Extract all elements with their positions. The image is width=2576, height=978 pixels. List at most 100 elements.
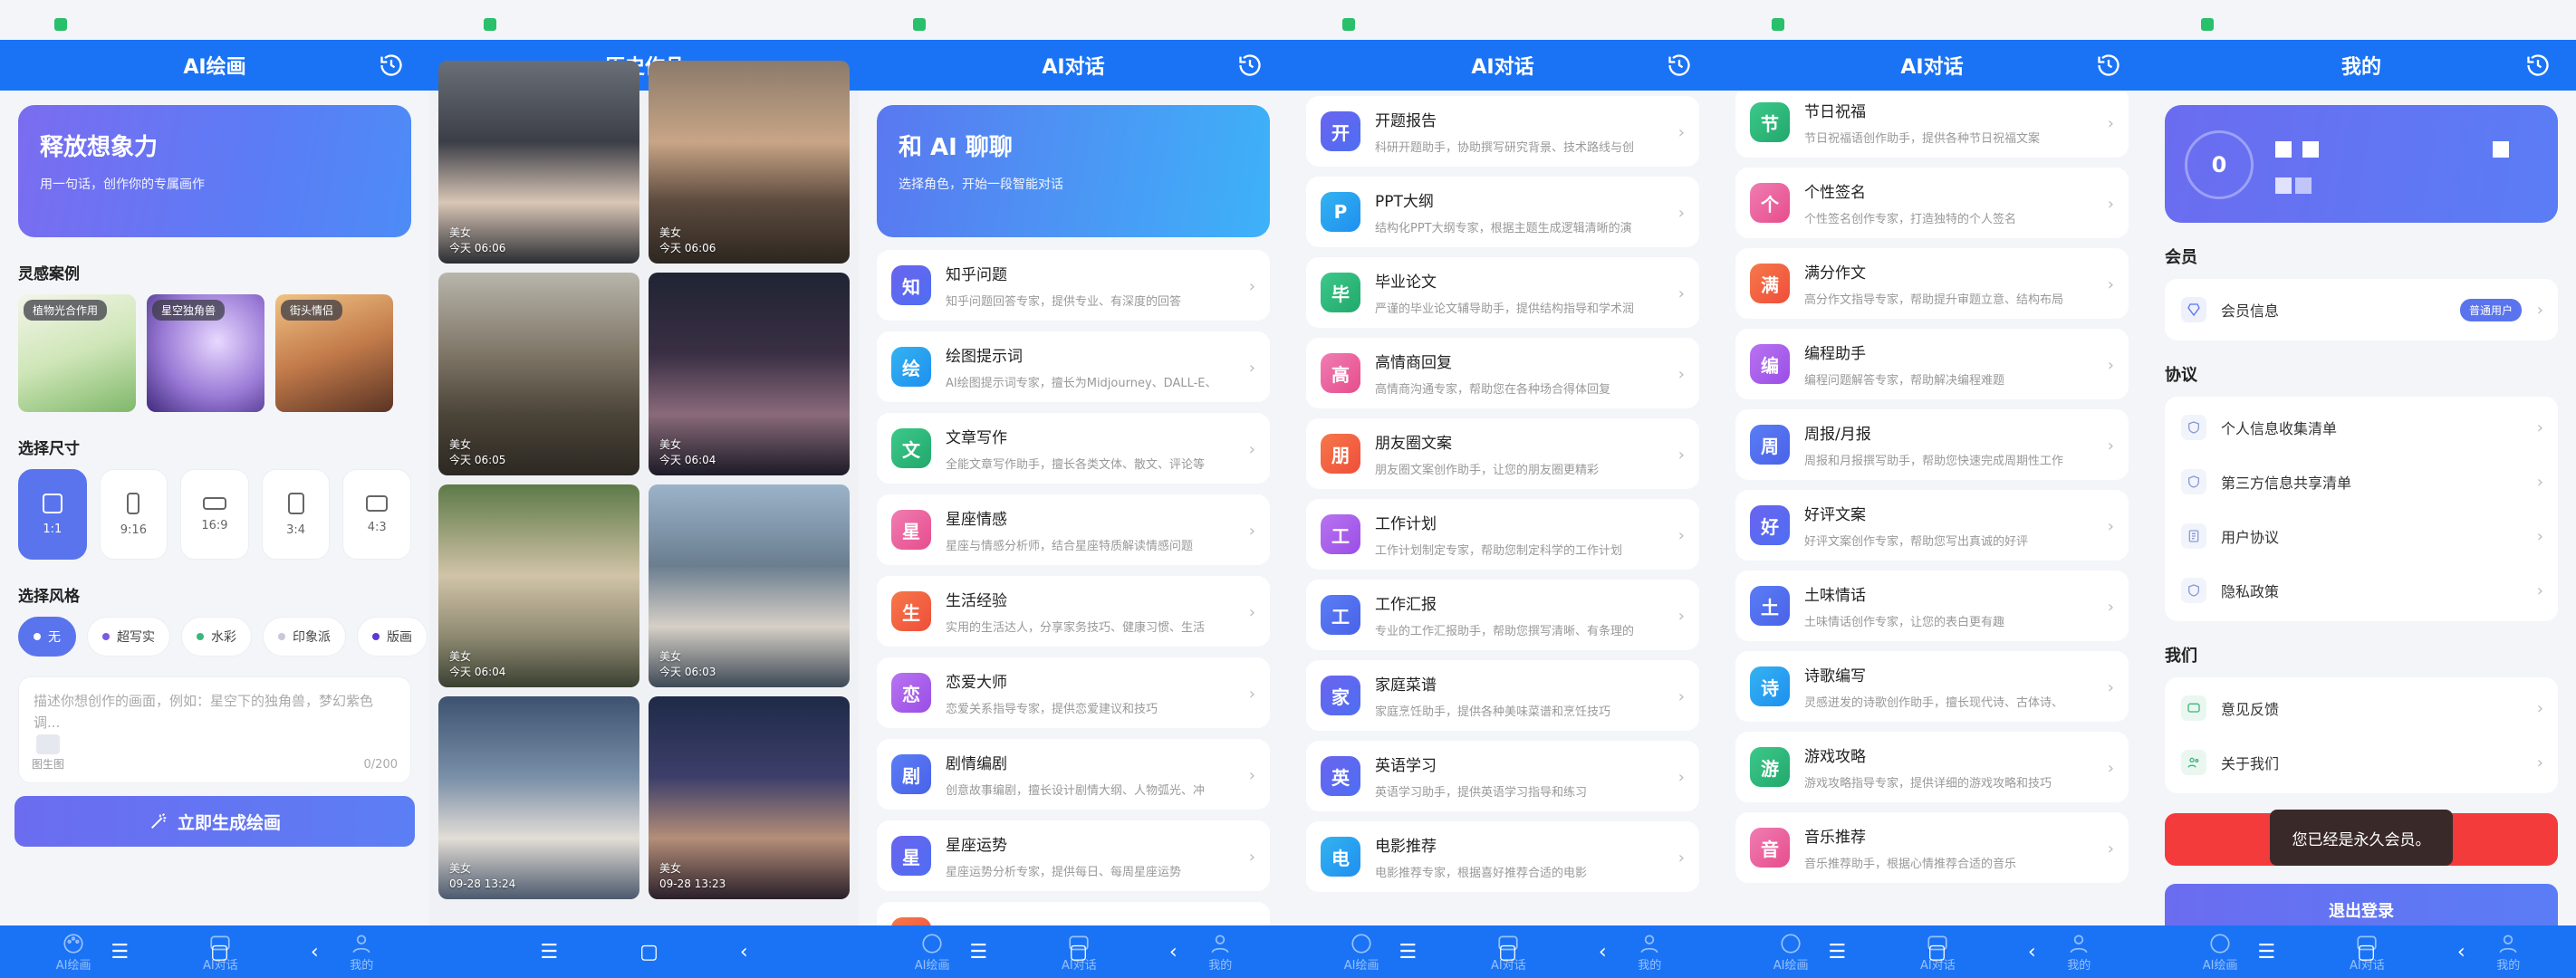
role-item[interactable]: 诗诗歌编写 灵感迸发的诗歌创作助手，擅长现代诗、古体诗、 › xyxy=(1735,651,2129,722)
profile-card[interactable]: 0 xyxy=(2165,105,2558,223)
generate-button[interactable]: 立即生成绘画 xyxy=(14,796,415,847)
role-item[interactable]: 工工作计划 工作计划制定专家，帮助您制定科学的工作计划 › xyxy=(1306,499,1699,570)
history-icon[interactable] xyxy=(379,53,404,78)
style-option-watercolor[interactable]: 水彩 xyxy=(181,617,252,657)
role-description: 星座与情感分析师，结合星座特质解读情感问题 xyxy=(946,540,1194,553)
photo-time: 今天 06:04 xyxy=(659,454,716,466)
home-icon[interactable]: ▢ xyxy=(210,941,229,964)
char-count: 0/200 xyxy=(363,758,398,772)
nav-tab-me[interactable]: 我的 xyxy=(1208,932,1232,973)
role-item[interactable]: 恋恋爱大师 恋爱关系指导专家，提供恋爱建议和技巧 › xyxy=(877,657,1270,728)
role-item[interactable]: 星星座运势 星座运势分析专家，提供每日、每周星座运势 › xyxy=(877,820,1270,891)
nav-tab-ai-drawing[interactable]: AI绘画 xyxy=(915,932,949,973)
logout-button[interactable]: 退出登录 xyxy=(2165,884,2558,925)
history-icon[interactable] xyxy=(1667,53,1692,78)
role-item[interactable]: P PPT大纲 结构化PPT大纲专家，根据主题生成逻辑清晰的演 › xyxy=(1306,177,1699,247)
agreement-row[interactable]: 隐私政策 › xyxy=(2165,563,2558,618)
history-photo[interactable]: 美女 今天 06:06 xyxy=(649,61,850,264)
history-photo[interactable]: 美女 今天 06:03 xyxy=(649,484,850,687)
prompt-input[interactable]: 描述你想创作的画面，例如：星空下的独角兽，梦幻紫色调... 图生图 0/200 xyxy=(18,676,411,783)
style-option-none[interactable]: 无 xyxy=(18,617,76,657)
nav-tab-ai-drawing[interactable]: AI绘画 xyxy=(2203,932,2237,973)
role-item[interactable]: 工工作汇报 专业的工作汇报助手，帮助您撰写清晰、有条理的 › xyxy=(1306,580,1699,650)
size-option-16-9[interactable]: 16:9 xyxy=(180,469,249,560)
role-item[interactable]: 朋朋友圈文案 朋友圈文案创作助手，让您的朋友圈更精彩 › xyxy=(1306,418,1699,489)
back-icon[interactable]: ‹ xyxy=(2457,941,2465,964)
history-photo[interactable]: 美女 今天 06:04 xyxy=(649,273,850,475)
back-icon[interactable]: ‹ xyxy=(1599,941,1607,964)
history-icon[interactable] xyxy=(1237,53,1263,78)
role-item[interactable]: 高高情商回复 高情商沟通专家，帮助您在各种场合得体回复 › xyxy=(1306,338,1699,408)
image-to-image-button[interactable]: 图生图 xyxy=(32,734,64,772)
nav-tab-ai-drawing[interactable]: AI绘画 xyxy=(1344,932,1379,973)
menu-icon[interactable]: ☰ xyxy=(540,941,558,964)
role-item[interactable]: 周周报/月报 周报和月报撰写助手，帮助您快速完成周期性工作 › xyxy=(1735,409,2129,480)
menu-icon[interactable]: ☰ xyxy=(969,941,987,964)
role-item[interactable]: 节节日祝福 节日祝福语创作助手，提供各种节日祝福文案 › xyxy=(1735,91,2129,158)
history-icon[interactable] xyxy=(2525,53,2551,78)
size-option-3-4[interactable]: 3:4 xyxy=(261,469,331,560)
role-item[interactable]: 编编程助手 编程问题解答专家，帮助解决编程难题 › xyxy=(1735,329,2129,399)
back-icon[interactable]: ‹ xyxy=(2028,941,2036,964)
home-icon[interactable]: ▢ xyxy=(639,941,658,964)
menu-icon[interactable]: ☰ xyxy=(1399,941,1417,964)
role-item[interactable]: 电电影推荐 电影推荐专家，根据喜好推荐合适的电影 › xyxy=(1306,821,1699,892)
history-photo[interactable]: 美女 09-28 13:23 xyxy=(649,696,850,899)
agreement-row[interactable]: 个人信息收集清单 › xyxy=(2165,400,2558,455)
size-label: 3:4 xyxy=(286,523,306,537)
nav-tab-me[interactable]: 我的 xyxy=(1638,932,1661,973)
role-item[interactable]: 生生活经验 实用的生活达人，分享家务技巧、健康习惯、生活 › xyxy=(877,576,1270,647)
home-icon[interactable]: ▢ xyxy=(1927,941,1946,964)
home-icon[interactable]: ▢ xyxy=(1498,941,1517,964)
menu-icon[interactable]: ☰ xyxy=(111,941,129,964)
member-info-row[interactable]: 会员信息 普通用户 › xyxy=(2165,283,2558,337)
back-icon[interactable]: ‹ xyxy=(1169,941,1177,964)
back-icon[interactable]: ‹ xyxy=(740,941,748,964)
role-item[interactable]: 文文章写作 全能文章写作助手，擅长各类文体、散文、评论等 › xyxy=(877,413,1270,484)
menu-icon[interactable]: ☰ xyxy=(1828,941,1846,964)
size-option-9-16[interactable]: 9:16 xyxy=(99,469,168,560)
home-icon[interactable]: ▢ xyxy=(1069,941,1088,964)
style-option-realistic[interactable]: 超写实 xyxy=(87,617,170,657)
style-option-print[interactable]: 版画 xyxy=(357,617,428,657)
role-item[interactable]: 好好评文案 好评文案创作专家，帮助您写出真诚的好评 › xyxy=(1735,490,2129,561)
case-unicorn[interactable]: 星空独角兽 xyxy=(147,294,264,412)
history-photo[interactable]: 美女 今天 06:05 xyxy=(438,273,639,475)
role-item[interactable]: 个个性签名 个性签名创作专家，打造独特的个人签名 › xyxy=(1735,168,2129,238)
about-row[interactable]: 关于我们 › xyxy=(2165,735,2558,790)
vip-button[interactable]: 您已经是永久会员。 xyxy=(2165,810,2558,866)
role-item[interactable]: 游游戏攻略 游戏攻略指导专家，提供详细的游戏攻略和技巧 › xyxy=(1735,732,2129,802)
history-icon[interactable] xyxy=(2096,53,2121,78)
history-photo[interactable]: 美女 今天 06:06 xyxy=(438,61,639,264)
agreement-row[interactable]: 用户协议 › xyxy=(2165,509,2558,563)
style-option-impressionism[interactable]: 印象派 xyxy=(263,617,346,657)
role-item[interactable]: 家家庭菜谱 家庭烹饪助手，提供各种美味菜谱和烹饪技巧 › xyxy=(1306,660,1699,731)
role-item[interactable]: 剧剧情编剧 创意故事编剧，擅长设计剧情大纲、人物弧光、冲 › xyxy=(877,739,1270,810)
role-item[interactable]: 英英语学习 英语学习助手，提供英语学习指导和练习 › xyxy=(1306,741,1699,811)
role-item[interactable]: 星星座情感 星座与情感分析师，结合星座特质解读情感问题 › xyxy=(877,494,1270,565)
role-item[interactable]: 毕毕业论文 严谨的毕业论文辅导助手，提供结构指导和学术润 › xyxy=(1306,257,1699,328)
nav-tab-me[interactable]: 我的 xyxy=(350,932,373,973)
feedback-row[interactable]: 意见反馈 › xyxy=(2165,681,2558,735)
size-option-1-1[interactable]: 1:1 xyxy=(18,469,87,560)
role-item[interactable]: 土土味情话 土味情话创作专家，让您的表白更有趣 › xyxy=(1735,570,2129,641)
role-item[interactable]: 开开题报告› xyxy=(877,902,1270,925)
role-item[interactable]: 绘绘图提示词 AI绘图提示词专家，擅长为Midjourney、DALL-E、 › xyxy=(877,331,1270,402)
case-street-couple[interactable]: 街头情侣 xyxy=(275,294,393,412)
history-photo[interactable]: 美女 今天 06:04 xyxy=(438,484,639,687)
back-icon[interactable]: ‹ xyxy=(311,941,319,964)
home-icon[interactable]: ▢ xyxy=(2357,941,2376,964)
size-option-4-3[interactable]: 4:3 xyxy=(342,469,411,560)
menu-icon[interactable]: ☰ xyxy=(2257,941,2275,964)
agreement-row[interactable]: 第三方信息共享清单 › xyxy=(2165,455,2558,509)
nav-tab-ai-drawing[interactable]: AI绘画 xyxy=(56,932,91,973)
role-item[interactable]: 知知乎问题 知乎问题回答专家，提供专业、有深度的回答 › xyxy=(877,250,1270,321)
nav-tab-ai-drawing[interactable]: AI绘画 xyxy=(1773,932,1808,973)
role-item[interactable]: 开开题报告 科研开题助手，协助撰写研究背景、技术路线与创 › xyxy=(1306,96,1699,167)
history-photo[interactable]: 美女 09-28 13:24 xyxy=(438,696,639,899)
role-item[interactable]: 音音乐推荐 音乐推荐助手，根据心情推荐合适的音乐 › xyxy=(1735,812,2129,883)
nav-tab-me[interactable]: 我的 xyxy=(2496,932,2520,973)
role-item[interactable]: 满满分作文 高分作文指导专家，帮助提升审题立意、结构布局 › xyxy=(1735,248,2129,319)
case-photosynthesis[interactable]: 植物光合作用 xyxy=(18,294,136,412)
nav-tab-me[interactable]: 我的 xyxy=(2067,932,2091,973)
